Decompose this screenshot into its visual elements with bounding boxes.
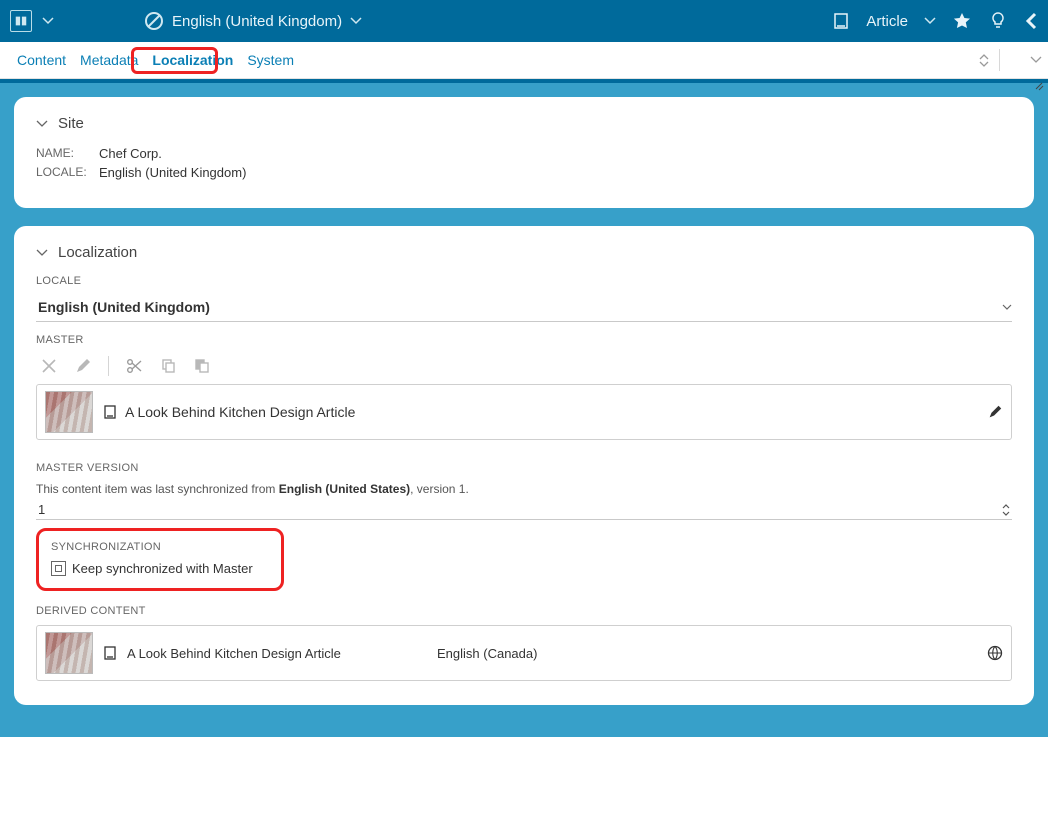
tab-metadata[interactable]: Metadata: [73, 48, 145, 72]
chevron-down-icon: [350, 17, 362, 25]
copy-icon[interactable]: [159, 357, 177, 375]
app-header: English (United Kingdom) Article: [0, 0, 1048, 42]
spinner-controls[interactable]: [1002, 504, 1010, 516]
tab-strip: Content Metadata Localization System: [0, 42, 1048, 79]
header-left: [10, 10, 54, 32]
master-toolbar: [40, 356, 1012, 376]
content-area: Site NAME: Chef Corp. LOCALE: English (Uni…: [0, 79, 1048, 737]
annotation-highlight-sync: SYNCHRONIZATION Keep synchronized with M…: [36, 528, 284, 591]
site-name-label: NAME:: [36, 146, 91, 161]
chevron-down-icon: [36, 249, 48, 257]
paste-icon[interactable]: [193, 357, 211, 375]
chevron-down-icon[interactable]: [42, 17, 54, 25]
chevron-down-icon: [36, 120, 48, 128]
tab-localization[interactable]: Localization: [145, 48, 240, 72]
derived-item-locale: English (Canada): [437, 646, 537, 661]
localization-heading: Localization: [58, 244, 137, 261]
locale-field-label: LOCALE: [36, 275, 1012, 287]
header-language-label: English (United Kingdom): [172, 13, 342, 30]
master-field-label: MASTER: [36, 334, 1012, 346]
master-version-note: This content item was last synchronized …: [36, 482, 1012, 496]
sync-label: SYNCHRONIZATION: [51, 541, 269, 553]
header-doctype-label: Article: [866, 13, 908, 30]
pencil-icon[interactable]: [74, 357, 92, 375]
master-thumbnail: [45, 391, 93, 433]
tab-content[interactable]: Content: [10, 48, 73, 72]
derived-thumbnail: [45, 632, 93, 674]
pencil-icon[interactable]: [987, 404, 1003, 420]
tab-system[interactable]: System: [240, 48, 301, 72]
header-right: Article: [832, 11, 1038, 31]
sync-checkbox-label: Keep synchronized with Master: [72, 561, 253, 576]
chevron-down-icon: [1002, 304, 1012, 310]
lightbulb-icon[interactable]: [988, 11, 1008, 31]
site-locale-label: LOCALE:: [36, 165, 91, 180]
tab-scroll-control-left[interactable]: [979, 54, 989, 67]
chevron-left-icon[interactable]: [1024, 11, 1038, 31]
chevron-down-icon[interactable]: [1030, 56, 1042, 64]
master-version-value: 1: [38, 502, 45, 517]
site-locale-value: English (United Kingdom): [99, 165, 246, 180]
tab-scroll-control-right[interactable]: [1010, 57, 1020, 63]
doc-type-icon: [832, 12, 850, 30]
header-language-selector[interactable]: English (United Kingdom): [144, 11, 362, 31]
close-icon[interactable]: [40, 357, 58, 375]
article-icon: [103, 405, 117, 419]
locale-select[interactable]: English (United Kingdom): [36, 295, 1012, 322]
site-name-value: Chef Corp.: [99, 146, 162, 161]
derived-label: DERIVED CONTENT: [36, 605, 1012, 617]
master-version-spinner[interactable]: 1: [36, 500, 1012, 520]
sync-checkbox[interactable]: [51, 561, 66, 576]
locale-select-value: English (United Kingdom): [38, 299, 210, 315]
localization-panel: Localization LOCALE English (United King…: [14, 226, 1034, 705]
prohibit-icon: [144, 11, 164, 31]
master-version-label: MASTER VERSION: [36, 462, 1012, 474]
derived-link-item[interactable]: A Look Behind Kitchen Design Article Eng…: [36, 625, 1012, 681]
scissors-icon[interactable]: [125, 357, 143, 375]
site-section-toggle[interactable]: Site: [36, 115, 1012, 132]
globe-icon[interactable]: [987, 645, 1003, 661]
localization-section-toggle[interactable]: Localization: [36, 244, 1012, 261]
content-type-icon[interactable]: [10, 10, 32, 32]
chevron-down-icon[interactable]: [924, 17, 936, 25]
master-item-title: A Look Behind Kitchen Design Article: [125, 404, 355, 420]
article-icon: [103, 646, 117, 660]
star-icon[interactable]: [952, 11, 972, 31]
site-heading: Site: [58, 115, 84, 132]
derived-item-title: A Look Behind Kitchen Design Article: [127, 646, 427, 661]
master-link-item[interactable]: A Look Behind Kitchen Design Article: [36, 384, 1012, 440]
site-panel: Site NAME: Chef Corp. LOCALE: English (Uni…: [14, 97, 1034, 208]
resize-handle-icon[interactable]: [1034, 81, 1044, 91]
